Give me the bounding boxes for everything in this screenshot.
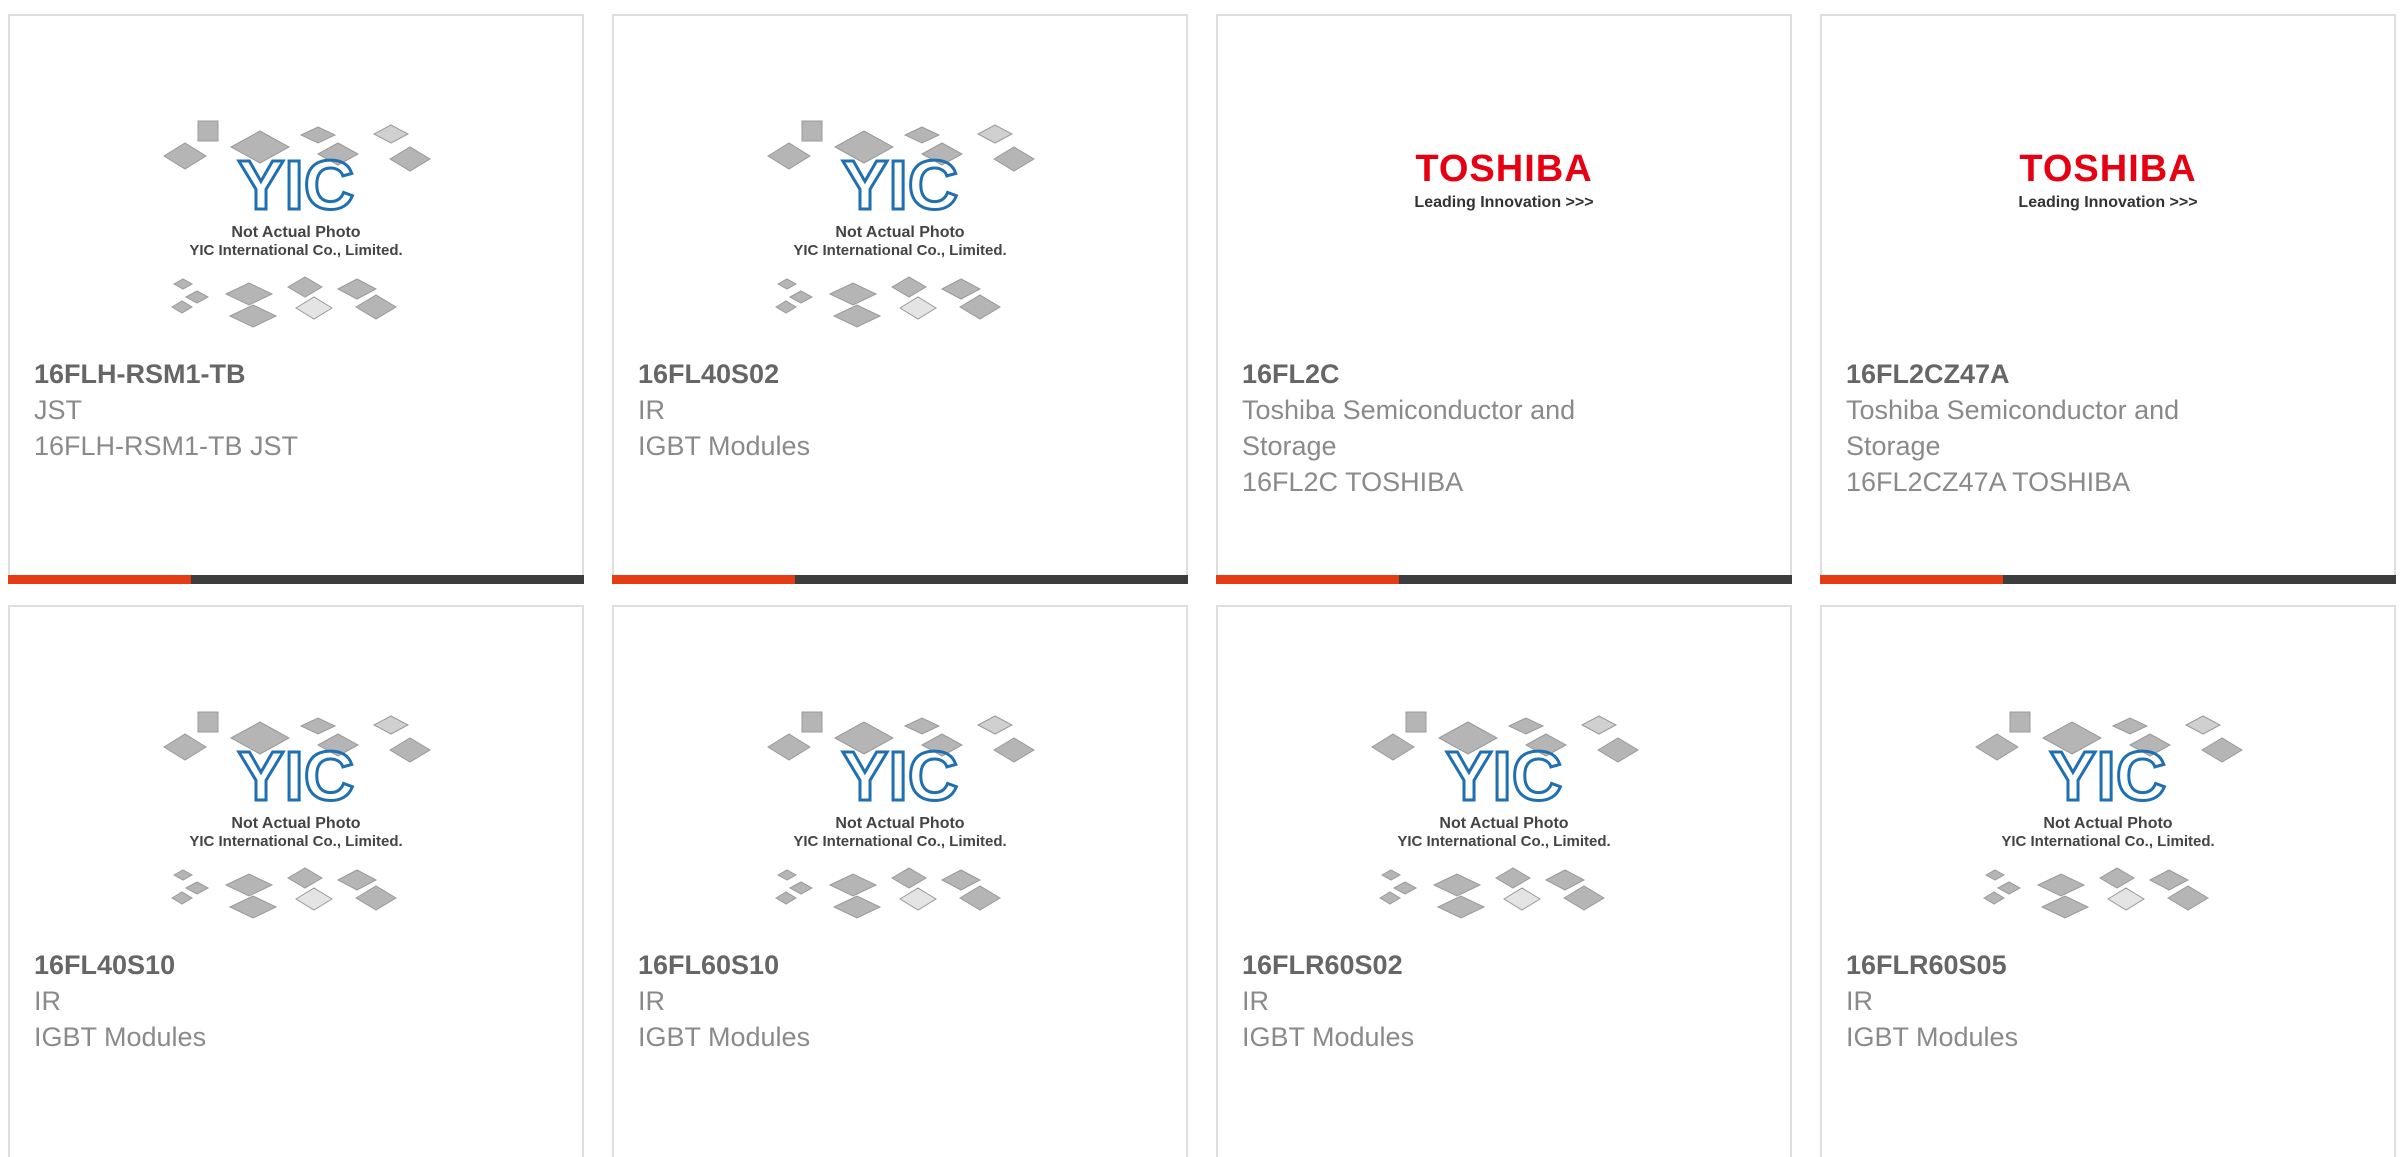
product-card[interactable]: TOSHIBA Leading Innovation >>> 16FL2C Tos… (1216, 14, 1792, 584)
description: IGBT Modules (638, 431, 811, 461)
product-image: YIC Not Actual Photo YIC International Co.… (614, 91, 1186, 361)
placeholder-photo-icon: YICNot Actual PhotoYIC International Co.… (163, 711, 431, 919)
svg-text:YIC International Co., Limited: YIC International Co., Limited. (2001, 833, 2214, 850)
product-card[interactable]: YIC Not Actual Photo YIC International Co.… (612, 605, 1188, 1157)
manufacturer: IR (638, 986, 665, 1016)
svg-text:YIC: YIC (842, 737, 959, 815)
part-number[interactable]: 16FL2CZ47A (1846, 356, 2370, 392)
card-accent-bar (1216, 575, 1399, 584)
svg-text:YIC: YIC (1446, 737, 1563, 815)
card-bottom-bar (1820, 575, 2396, 584)
toshiba-logo-icon: TOSHIBA Leading Innovation >>> (1414, 148, 1593, 211)
description: 16FL2C TOSHIBA (1242, 467, 1464, 497)
part-number[interactable]: 16FL2C (1242, 356, 1766, 392)
part-number[interactable]: 16FL40S10 (34, 947, 558, 983)
product-card[interactable]: YIC Not Actual Photo YIC International Co.… (8, 605, 584, 1157)
product-image: YIC Not Actual Photo YIC International Co.… (1822, 682, 2394, 952)
manufacturer: IR (34, 986, 61, 1016)
placeholder-photo-icon: YICNot Actual PhotoYIC International Co.… (767, 711, 1035, 919)
product-image: YIC Not Actual Photo YIC International Co.… (10, 682, 582, 952)
card-accent-bar (8, 575, 191, 584)
svg-text:YIC International Co., Limited: YIC International Co., Limited. (1397, 833, 1610, 850)
svg-text:Not Actual Photo: Not Actual Photo (1439, 815, 1568, 832)
product-card[interactable]: YIC Not Actual Photo YIC International Co.… (1216, 605, 1792, 1157)
placeholder-photo-icon: YICNot Actual PhotoYIC International Co.… (163, 120, 431, 328)
card-accent-bar (612, 575, 795, 584)
product-image: YIC Not Actual Photo YIC International Co.… (10, 91, 582, 361)
svg-text:Not Actual Photo: Not Actual Photo (231, 224, 360, 241)
svg-text:YIC International Co., Limited: YIC International Co., Limited. (793, 242, 1006, 259)
svg-text:YIC International Co., Limited: YIC International Co., Limited. (189, 833, 402, 850)
product-card[interactable]: YIC Not Actual Photo YIC International Co.… (8, 14, 584, 584)
product-image: TOSHIBA Leading Innovation >>> (1218, 91, 1790, 361)
svg-text:Leading Innovation >>>: Leading Innovation >>> (2018, 194, 2197, 211)
placeholder-photo-icon: YICNot Actual PhotoYIC International Co.… (1975, 711, 2243, 919)
toshiba-logo-icon: TOSHIBA Leading Innovation >>> (2018, 148, 2197, 211)
product-image: YIC Not Actual Photo YIC International Co.… (1218, 682, 1790, 952)
description: IGBT Modules (1846, 1022, 2019, 1052)
part-number[interactable]: 16FLR60S02 (1242, 947, 1766, 983)
manufacturer: JST (34, 395, 83, 425)
svg-text:YIC: YIC (2050, 737, 2167, 815)
svg-text:YIC: YIC (238, 146, 355, 224)
manufacturer: Toshiba Semiconductor and Storage (1242, 395, 1576, 461)
card-accent-bar (1820, 575, 2003, 584)
svg-text:Not Actual Photo: Not Actual Photo (231, 815, 360, 832)
product-card[interactable]: TOSHIBA Leading Innovation >>> 16FL2CZ47A… (1820, 14, 2396, 584)
svg-text:Not Actual Photo: Not Actual Photo (2043, 815, 2172, 832)
svg-text:Not Actual Photo: Not Actual Photo (835, 815, 964, 832)
product-card[interactable]: YIC Not Actual Photo YIC International Co.… (612, 14, 1188, 584)
manufacturer: IR (638, 395, 665, 425)
description: IGBT Modules (638, 1022, 811, 1052)
svg-text:YIC: YIC (842, 146, 959, 224)
svg-text:YIC International Co., Limited: YIC International Co., Limited. (189, 242, 402, 259)
description: IGBT Modules (34, 1022, 207, 1052)
svg-text:TOSHIBA: TOSHIBA (1415, 148, 1592, 190)
description: 16FLH-RSM1-TB JST (34, 431, 299, 461)
part-number[interactable]: 16FL60S10 (638, 947, 1162, 983)
svg-text:Not Actual Photo: Not Actual Photo (835, 224, 964, 241)
part-number[interactable]: 16FLH-RSM1-TB (34, 356, 558, 392)
placeholder-photo-icon: YICNot Actual PhotoYIC International Co.… (1371, 711, 1639, 919)
svg-text:TOSHIBA: TOSHIBA (2019, 148, 2196, 190)
manufacturer: IR (1846, 986, 1873, 1016)
manufacturer: Toshiba Semiconductor and Storage (1846, 395, 2180, 461)
svg-text:YIC: YIC (238, 737, 355, 815)
card-bottom-bar (1216, 575, 1792, 584)
description: IGBT Modules (1242, 1022, 1415, 1052)
product-image: TOSHIBA Leading Innovation >>> (1822, 91, 2394, 361)
manufacturer: IR (1242, 986, 1269, 1016)
part-number[interactable]: 16FLR60S05 (1846, 947, 2370, 983)
description: 16FL2CZ47A TOSHIBA (1846, 467, 2131, 497)
card-bottom-bar (8, 575, 584, 584)
product-grid: YIC Not Actual Photo YIC International Co.… (0, 0, 2400, 1157)
card-bottom-bar (612, 575, 1188, 584)
product-image: YIC Not Actual Photo YIC International Co.… (614, 682, 1186, 952)
part-number[interactable]: 16FL40S02 (638, 356, 1162, 392)
svg-text:Leading Innovation >>>: Leading Innovation >>> (1414, 194, 1593, 211)
placeholder-photo-icon: YICNot Actual PhotoYIC International Co.… (767, 120, 1035, 328)
svg-text:YIC International Co., Limited: YIC International Co., Limited. (793, 833, 1006, 850)
product-card[interactable]: YIC Not Actual Photo YIC International Co.… (1820, 605, 2396, 1157)
